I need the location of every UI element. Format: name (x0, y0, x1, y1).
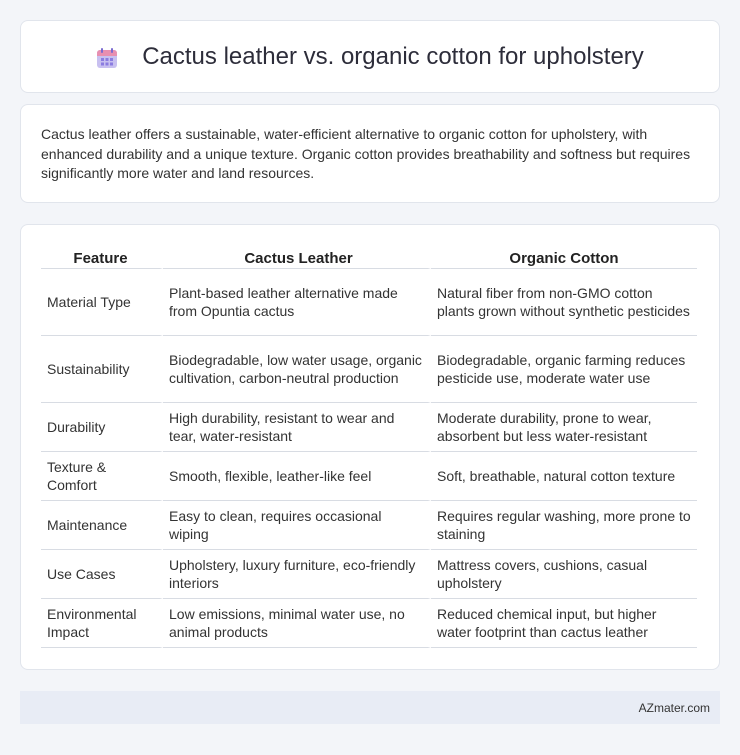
cactus-leather-cell: Smooth, flexible, leather-like feel (163, 452, 431, 501)
feature-cell: Sustainability (41, 336, 163, 403)
cactus-leather-cell: Easy to clean, requires occasional wipin… (163, 501, 431, 550)
page-title: Cactus leather vs. organic cotton for up… (142, 42, 644, 70)
organic-cotton-cell: Mattress covers, cushions, casual uphols… (431, 550, 697, 599)
header-feature: Feature (41, 245, 163, 269)
table-row: Sustainability Biodegradable, low water … (41, 336, 697, 403)
cactus-leather-cell: Upholstery, luxury furniture, eco-friend… (163, 550, 431, 599)
organic-cotton-cell: Requires regular washing, more prone to … (431, 501, 697, 550)
feature-cell: Use Cases (41, 550, 163, 599)
header-cactus-leather: Cactus Leather (163, 245, 431, 269)
feature-cell: Durability (41, 403, 163, 452)
intro-paragraph: Cactus leather offers a sustainable, wat… (41, 126, 691, 181)
footer: AZmater.com (20, 691, 720, 724)
table-row: Material Type Plant-based leather altern… (41, 269, 697, 336)
feature-cell: Maintenance (41, 501, 163, 550)
title-card: Cactus leather vs. organic cotton for up… (20, 20, 720, 93)
table-row: Environmental Impact Low emissions, mini… (41, 599, 697, 648)
organic-cotton-cell: Natural fiber from non-GMO cotton plants… (431, 269, 697, 336)
feature-cell: Material Type (41, 269, 163, 336)
table-row: Maintenance Easy to clean, requires occa… (41, 501, 697, 550)
footer-brand: AZmater.com (638, 700, 710, 715)
organic-cotton-cell: Reduced chemical input, but higher water… (431, 599, 697, 648)
organic-cotton-cell: Biodegradable, organic farming reduces p… (431, 336, 697, 403)
table-row: Texture & Comfort Smooth, flexible, leat… (41, 452, 697, 501)
cactus-leather-cell: Low emissions, minimal water use, no ani… (163, 599, 431, 648)
cactus-leather-cell: Biodegradable, low water usage, organic … (163, 336, 431, 403)
comparison-card: Feature Cactus Leather Organic Cotton Ma… (20, 224, 720, 670)
table-header-row: Feature Cactus Leather Organic Cotton (41, 245, 697, 269)
cactus-leather-cell: High durability, resistant to wear and t… (163, 403, 431, 452)
organic-cotton-cell: Moderate durability, prone to wear, abso… (431, 403, 697, 452)
cactus-leather-cell: Plant-based leather alternative made fro… (163, 269, 431, 336)
intro-card: Cactus leather offers a sustainable, wat… (20, 104, 720, 203)
table-row: Durability High durability, resistant to… (41, 403, 697, 452)
feature-cell: Texture & Comfort (41, 452, 163, 501)
organic-cotton-cell: Soft, breathable, natural cotton texture (431, 452, 697, 501)
calendar-icon (97, 47, 118, 68)
table-row: Use Cases Upholstery, luxury furniture, … (41, 550, 697, 599)
comparison-table: Feature Cactus Leather Organic Cotton Ma… (41, 245, 697, 648)
feature-cell: Environmental Impact (41, 599, 163, 648)
header-organic-cotton: Organic Cotton (431, 245, 697, 269)
